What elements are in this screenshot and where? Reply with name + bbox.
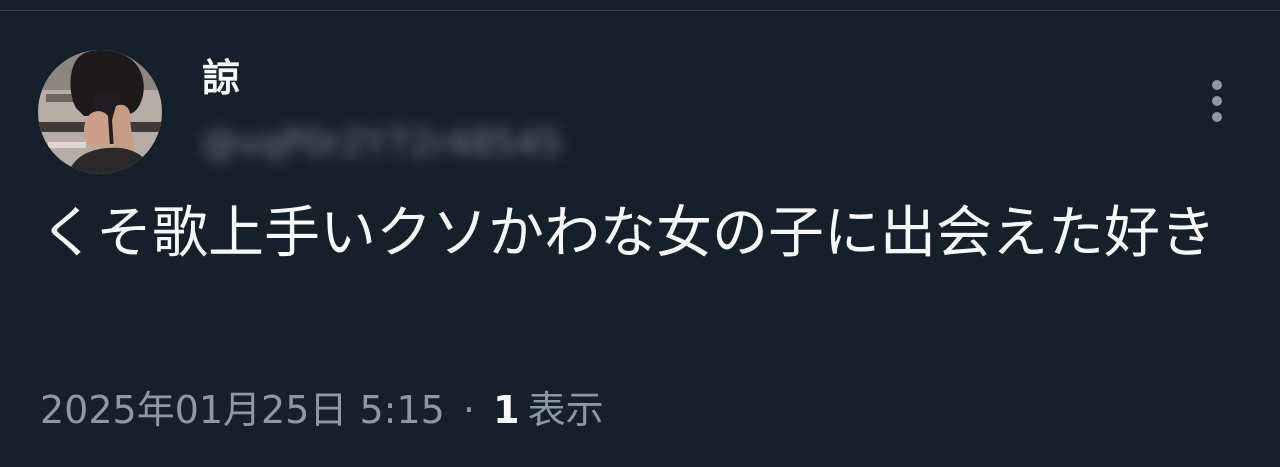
avatar[interactable]: [38, 50, 162, 174]
more-vertical-icon-dot: [1212, 112, 1222, 122]
top-divider: [0, 10, 1280, 11]
more-vertical-icon: [1212, 80, 1222, 90]
more-vertical-icon-dot: [1212, 96, 1222, 106]
user-handle[interactable]: @vqP0r2Y72r48545: [202, 122, 562, 166]
views-label: 表示: [527, 388, 604, 432]
avatar-photo: [38, 50, 162, 174]
views-count: 1: [493, 388, 520, 432]
display-name[interactable]: 諒: [202, 56, 240, 100]
tweet-text: くそ歌上手いクソかわな女の子に出会えた好き: [40, 201, 1216, 266]
meta-separator: ·: [462, 388, 476, 432]
tweet-timestamp[interactable]: 2025年01月25日 5:15: [40, 388, 445, 432]
more-options-button[interactable]: [1196, 72, 1240, 130]
tweet-meta: 2025年01月25日 5:15 · 1 表示: [40, 382, 604, 438]
